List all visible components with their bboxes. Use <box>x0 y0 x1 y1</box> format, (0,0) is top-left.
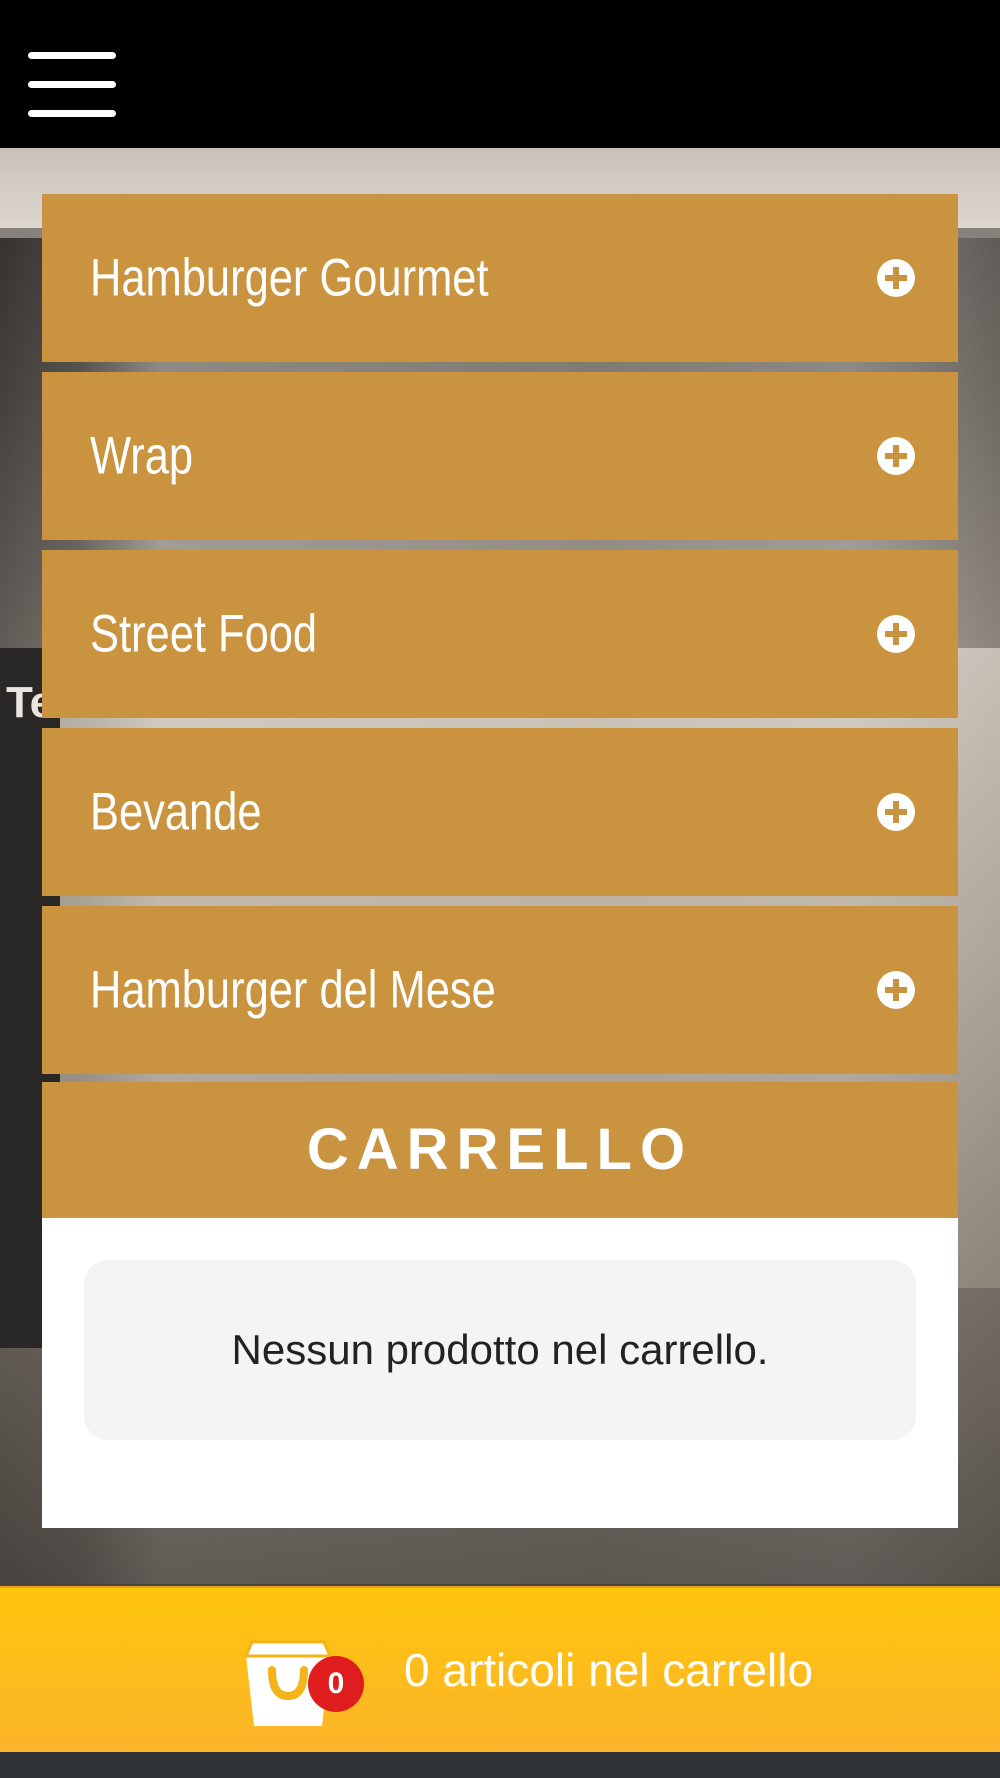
cart-header: CARRELLO <box>42 1082 958 1218</box>
plus-circle-icon[interactable] <box>876 258 916 298</box>
category-street-food[interactable]: Street Food <box>42 550 958 718</box>
hamburger-line <box>28 81 116 88</box>
category-label: Hamburger Gourmet <box>90 248 489 308</box>
cart-summary-label: 0 articoli nel carrello <box>404 1644 814 1696</box>
cart-summary-bar[interactable]: 0 0 articoli nel carrello <box>0 1586 1000 1752</box>
category-hamburger-gourmet[interactable]: Hamburger Gourmet <box>42 194 958 362</box>
plus-circle-icon[interactable] <box>876 970 916 1010</box>
hamburger-menu-icon[interactable] <box>28 52 116 118</box>
category-bevande[interactable]: Bevande <box>42 728 958 896</box>
cart-count-badge: 0 <box>308 1656 364 1712</box>
category-hamburger-del-mese[interactable]: Hamburger del Mese <box>42 906 958 1074</box>
cart-title: CARRELLO <box>306 1117 694 1182</box>
cart-empty-message: Nessun prodotto nel carrello. <box>231 1326 769 1373</box>
category-label: Hamburger del Mese <box>90 960 496 1020</box>
plus-circle-icon[interactable] <box>876 792 916 832</box>
category-label: Street Food <box>90 604 318 664</box>
cart-empty-box: Nessun prodotto nel carrello. <box>84 1260 916 1440</box>
hamburger-line <box>28 110 116 117</box>
footer-strip <box>0 1752 1000 1778</box>
plus-circle-icon[interactable] <box>876 436 916 476</box>
cart-body: Nessun prodotto nel carrello. <box>42 1218 958 1528</box>
category-label: Bevande <box>90 782 262 842</box>
category-wrap[interactable]: Wrap <box>42 372 958 540</box>
hamburger-line <box>28 52 116 59</box>
plus-circle-icon[interactable] <box>876 614 916 654</box>
category-label: Wrap <box>90 426 194 486</box>
top-header <box>0 0 1000 148</box>
